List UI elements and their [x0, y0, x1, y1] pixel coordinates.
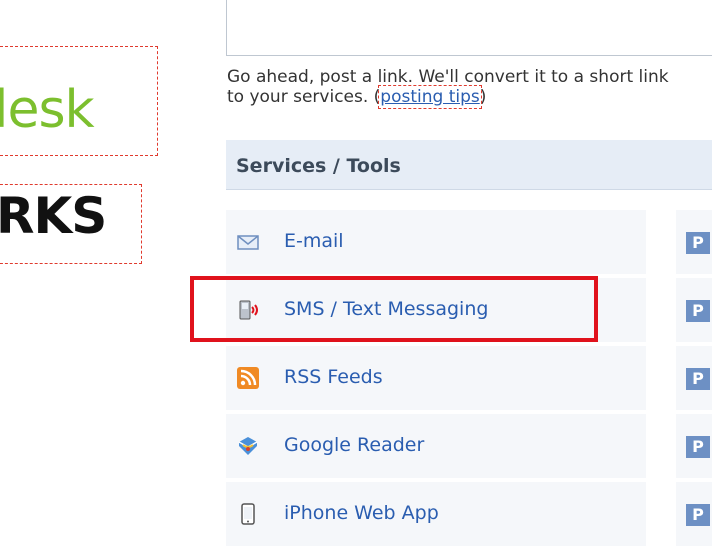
service-row-iphone[interactable]: iPhone Web App: [226, 482, 646, 548]
service-extra-rss: P: [676, 346, 712, 412]
service-row-rss[interactable]: RSS Feeds: [226, 346, 646, 412]
service-extra-google-reader: P: [676, 414, 712, 480]
p-badge[interactable]: P: [686, 368, 710, 390]
help-line-2: to your services. (posting tips): [227, 85, 669, 109]
service-extra-iphone: P: [676, 482, 712, 548]
help-line-2-prefix: to your services. (: [227, 87, 381, 107]
service-label-google-reader[interactable]: Google Reader: [284, 434, 424, 456]
email-icon: [237, 235, 259, 250]
p-badge[interactable]: P: [686, 504, 710, 526]
service-row-google-reader[interactable]: Google Reader: [226, 414, 646, 480]
service-extra-email: P: [676, 210, 712, 276]
service-label-rss[interactable]: RSS Feeds: [284, 366, 383, 388]
p-badge[interactable]: P: [686, 232, 710, 254]
posting-tips-link[interactable]: posting tips: [378, 85, 482, 109]
help-line-2-suffix: ): [479, 87, 487, 107]
logo-text-dark: RKS: [0, 187, 107, 245]
service-label-iphone[interactable]: iPhone Web App: [284, 502, 439, 524]
rss-icon: [237, 367, 259, 389]
post-link-textarea[interactable]: [226, 0, 712, 56]
p-badge[interactable]: P: [686, 300, 710, 322]
post-help-text: Go ahead, post a link. We'll convert it …: [227, 67, 669, 109]
logo-text-green: lesk: [0, 80, 95, 140]
google-reader-icon: [238, 437, 258, 455]
help-line-1: Go ahead, post a link. We'll convert it …: [227, 67, 669, 87]
sms-highlight-box: [190, 276, 598, 342]
iphone-icon: [241, 503, 255, 525]
p-badge[interactable]: P: [686, 436, 710, 458]
service-extra-sms: P: [676, 278, 712, 344]
service-row-email[interactable]: E-mail: [226, 210, 646, 276]
services-title: Services / Tools: [236, 155, 401, 177]
service-label-email[interactable]: E-mail: [284, 230, 344, 252]
